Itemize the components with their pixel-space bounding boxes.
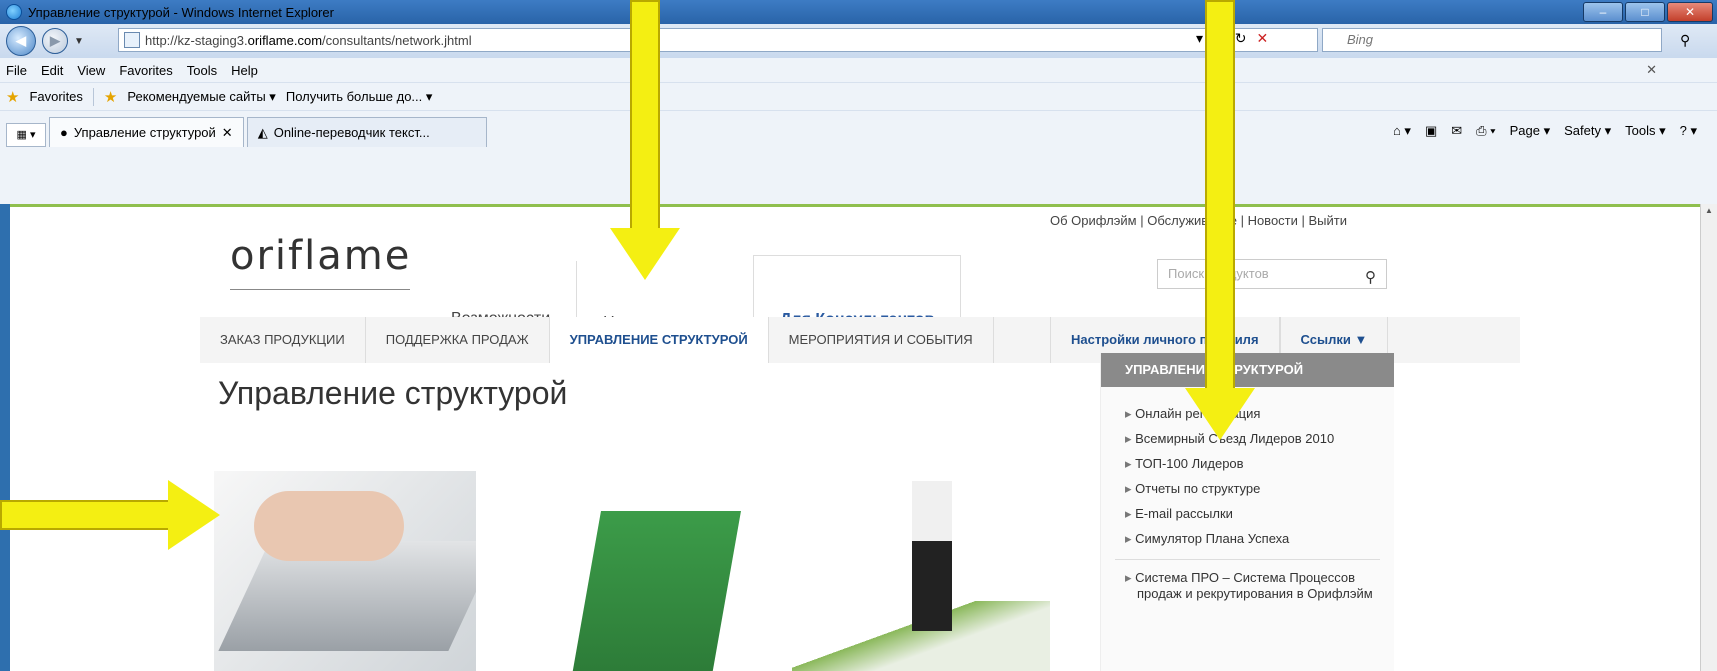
sidebar-divider xyxy=(1115,559,1380,560)
fav-link-recommended[interactable]: Рекомендуемые сайты ▾ xyxy=(127,89,275,105)
refresh-icon[interactable]: ↻ xyxy=(1235,30,1247,47)
subnav-orders[interactable]: ЗАКАЗ ПРОДУКЦИИ xyxy=(200,317,366,363)
annotation-arrow-right-icon xyxy=(0,480,220,550)
search-icon[interactable]: ⚲ xyxy=(1365,264,1376,292)
sidebar-item-email[interactable]: E-mail рассылки xyxy=(1125,501,1394,526)
tab-bar: ▦ ▾ ● Управление структурой ✕ ◭ Online-п… xyxy=(0,110,1717,204)
address-dropdown-icon[interactable]: ▾ xyxy=(1196,30,1203,47)
logo-underline xyxy=(230,289,410,290)
tab-page-icon: ◭ xyxy=(257,124,268,140)
tab-active[interactable]: ● Управление структурой ✕ xyxy=(49,117,244,147)
site: oriflame Возможности Наша продукция Для … xyxy=(200,207,1520,671)
product-search-input[interactable]: Поиск продуктов ⚲ xyxy=(1157,259,1387,289)
hand-shape xyxy=(254,491,404,561)
subnav-events[interactable]: МЕРОПРИЯТИЯ И СОБЫТИЯ xyxy=(769,317,994,363)
favorites-bar: ★ Favorites ★ Рекомендуемые сайты ▾ Полу… xyxy=(0,82,1717,110)
menu-favorites[interactable]: Favorites xyxy=(119,63,172,78)
minimize-button[interactable]: – xyxy=(1583,2,1623,22)
tab-ie-icon: ● xyxy=(60,125,68,140)
address-input[interactable]: http://kz-staging3. oriflame.com/consulta… xyxy=(118,28,1318,52)
home-icon[interactable]: ⌂ ▾ xyxy=(1393,123,1411,139)
mail-icon[interactable]: ✉ xyxy=(1451,123,1462,139)
oriflame-logo[interactable]: oriflame xyxy=(230,233,411,279)
window-controls: – □ ✕ xyxy=(1583,2,1713,22)
folder-image[interactable] xyxy=(506,471,764,671)
top-links[interactable]: Об Орифлэйм | Обслуживание | Новости | В… xyxy=(1050,213,1347,228)
search-icon[interactable]: ⚲ xyxy=(1680,32,1690,49)
safety-menu[interactable]: Safety ▾ xyxy=(1564,123,1611,139)
url-suffix: /consultants/network.jhtml xyxy=(322,32,472,48)
command-bar: ⌂ ▾ ▣ ✉ ⎙ ▾ Page ▾ Safety ▾ Tools ▾ ? ▾ xyxy=(1393,123,1697,139)
sidebar-item-top100[interactable]: ТОП-100 Лидеров xyxy=(1125,451,1394,476)
url-prefix: http://kz-staging3. xyxy=(145,32,248,48)
menu-bar: File Edit View Favorites Tools Help ✕ xyxy=(0,58,1717,82)
close-toolbar-icon[interactable]: ✕ xyxy=(1646,62,1657,78)
laptop-image[interactable] xyxy=(214,471,476,671)
menu-tools[interactable]: Tools xyxy=(187,63,217,78)
tab-inactive[interactable]: ◭ Online-переводчик текст... xyxy=(246,117,487,147)
scrollbar[interactable]: ▲ xyxy=(1700,204,1717,671)
close-button[interactable]: ✕ xyxy=(1667,2,1713,22)
menu-help[interactable]: Help xyxy=(231,63,258,78)
woman-shape xyxy=(912,481,952,631)
search-input[interactable]: Bing xyxy=(1322,28,1662,52)
sidebar-list-extra: Система ПРО – Система Процессов продаж и… xyxy=(1101,570,1394,602)
sidebar-item-registration[interactable]: Онлайн регистрация xyxy=(1125,401,1394,426)
folder-shape xyxy=(571,511,741,671)
menu-view[interactable]: View xyxy=(77,63,105,78)
page-icon xyxy=(124,32,140,48)
scroll-up-icon[interactable]: ▲ xyxy=(1701,206,1717,215)
tab-label: Online-переводчик текст... xyxy=(273,125,430,140)
help-icon[interactable]: ? ▾ xyxy=(1680,123,1697,139)
menu-file[interactable]: File xyxy=(6,63,27,78)
fav-link-more[interactable]: Получить больше до... ▾ xyxy=(286,89,433,105)
print-icon[interactable]: ⎙ ▾ xyxy=(1476,123,1495,139)
back-button[interactable]: ◀ xyxy=(6,26,36,56)
tools-menu[interactable]: Tools ▾ xyxy=(1625,123,1666,139)
favorites-star-icon[interactable]: ★ xyxy=(6,88,19,106)
sidebar-item-pro-system[interactable]: Система ПРО – Система Процессов продаж и… xyxy=(1125,570,1394,602)
page-content: oriflame Возможности Наша продукция Для … xyxy=(10,204,1700,671)
sidebar-header: УПРАВЛЕНИЕ СТРУКТУРОЙ xyxy=(1101,353,1394,387)
success-image[interactable] xyxy=(792,471,1050,671)
quick-tabs-button[interactable]: ▦ ▾ xyxy=(6,123,46,147)
page-menu[interactable]: Page ▾ xyxy=(1510,123,1551,139)
window-title: Управление структурой - Windows Internet… xyxy=(28,4,334,20)
window-titlebar: Управление структурой - Windows Internet… xyxy=(0,0,1717,24)
stop-icon[interactable]: ✕ xyxy=(1257,30,1269,47)
page-title: Управление структурой xyxy=(218,375,568,411)
subnav-structure[interactable]: УПРАВЛЕНИЕ СТРУКТУРОЙ xyxy=(549,317,769,363)
tab-close-icon[interactable]: ✕ xyxy=(222,125,233,141)
forward-button[interactable]: ▶ xyxy=(42,28,68,54)
sidebar-item-reports[interactable]: Отчеты по структуре xyxy=(1125,476,1394,501)
sidebar-item-congress[interactable]: Всемирный Съезд Лидеров 2010 xyxy=(1125,426,1394,451)
url-domain: oriflame.com xyxy=(247,32,323,48)
annotation-arrow-down-icon xyxy=(1185,0,1255,440)
address-bar: ◀ ▶ ▼ http://kz-staging3. oriflame.com/co… xyxy=(0,24,1717,58)
ie-logo-icon xyxy=(6,4,22,20)
subnav-sales-support[interactable]: ПОДДЕРЖКА ПРОДАЖ xyxy=(366,317,550,363)
separator xyxy=(92,87,94,106)
add-favorite-icon[interactable]: ★ xyxy=(104,88,117,106)
feeds-icon[interactable]: ▣ xyxy=(1425,123,1437,139)
tab-label: Управление структурой xyxy=(73,125,216,140)
menu-edit[interactable]: Edit xyxy=(41,63,63,78)
sidebar-item-simulator[interactable]: Симулятор Плана Успеха xyxy=(1125,526,1394,551)
maximize-button[interactable]: □ xyxy=(1625,2,1665,22)
favorites-button[interactable]: Favorites xyxy=(29,89,82,104)
history-dropdown-icon[interactable]: ▼ xyxy=(74,36,84,47)
annotation-arrow-down-icon xyxy=(610,0,680,280)
